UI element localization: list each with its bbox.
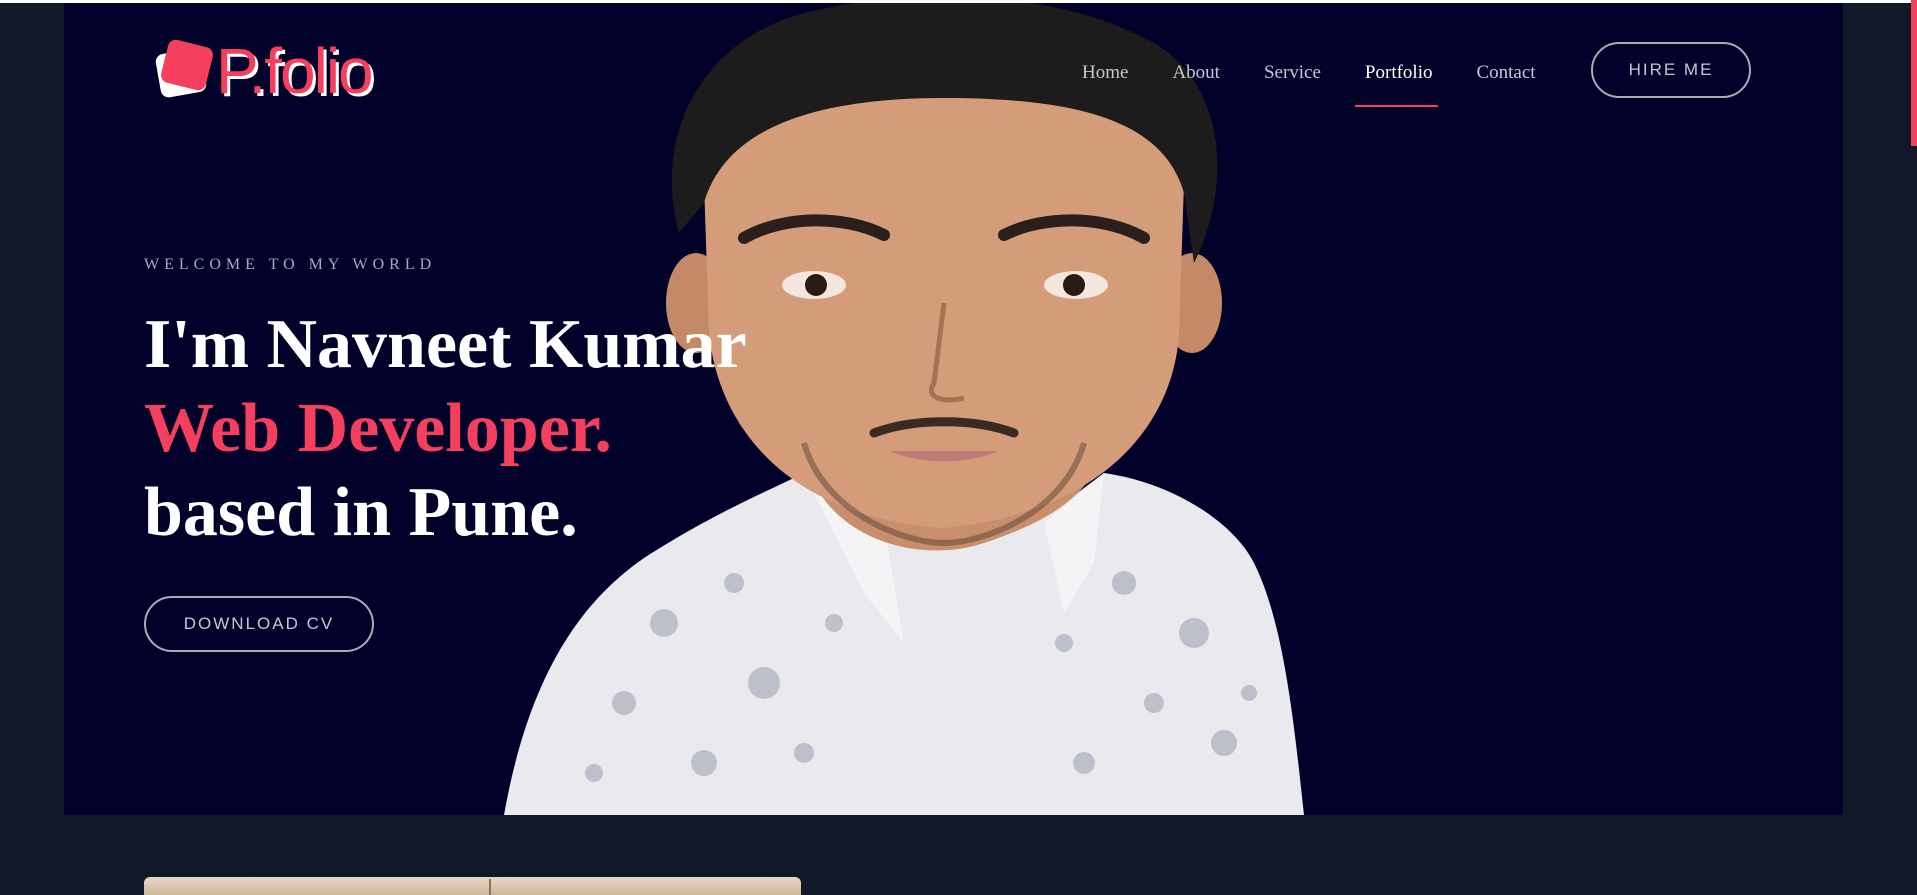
site-logo[interactable]: P.folio xyxy=(152,35,422,107)
hire-me-button[interactable]: HIRE ME xyxy=(1591,42,1751,98)
hero-section: P.folio Home About Service Portfolio Con… xyxy=(64,3,1843,815)
hero-name-line: I'm Navneet Kumar xyxy=(144,306,747,383)
nav-contact[interactable]: Contact xyxy=(1476,45,1535,101)
logo-text: P.folio xyxy=(216,35,374,107)
thumbnail-divider xyxy=(489,879,491,895)
hero-headline: I'm Navneet Kumar Web Developer. based i… xyxy=(144,303,747,555)
page: P.folio Home About Service Portfolio Con… xyxy=(0,0,1917,895)
nav-portfolio[interactable]: Portfolio xyxy=(1354,45,1439,107)
portfolio-thumbnail[interactable] xyxy=(144,877,801,895)
nav-home[interactable]: Home xyxy=(1082,45,1128,101)
download-cv-button[interactable]: DOWNLOAD CV xyxy=(144,596,374,652)
hero-role-line: Web Developer. xyxy=(144,390,612,467)
scroll-indicator[interactable] xyxy=(1911,0,1917,146)
logo-mark-icon xyxy=(155,39,213,98)
nav-service[interactable]: Service xyxy=(1264,45,1321,101)
nav-about[interactable]: About xyxy=(1172,45,1220,101)
main-nav: Home About Service Portfolio Contact xyxy=(1082,45,1580,107)
hero-location-line: based in Pune. xyxy=(144,474,578,551)
hero-eyebrow: WELCOME TO MY WORLD xyxy=(144,256,437,273)
